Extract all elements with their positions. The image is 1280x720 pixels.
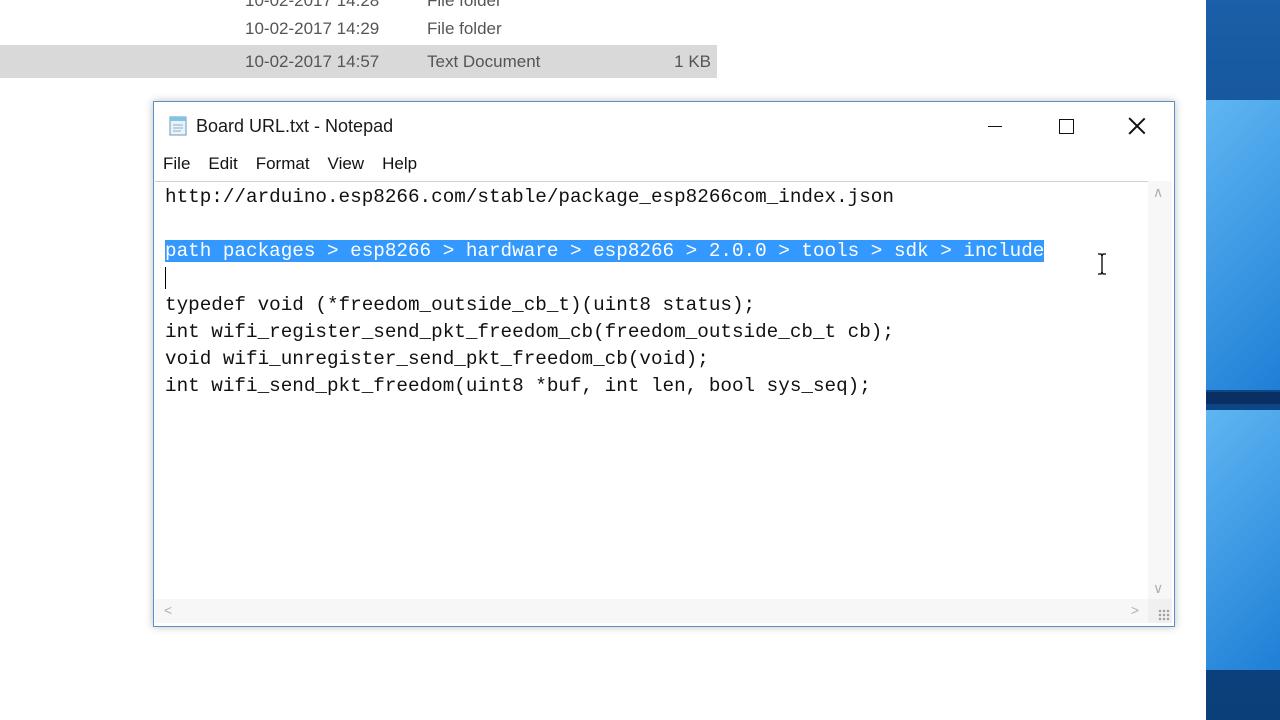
scroll-down-icon[interactable]: ∨ xyxy=(1153,581,1163,595)
file-type: File folder xyxy=(427,18,502,38)
notepad-icon xyxy=(169,116,187,136)
text-line-selected: path packages > esp8266 > hardware > esp… xyxy=(165,238,1045,265)
file-size: 1 KB xyxy=(674,51,711,71)
file-row-selected[interactable]: 10-02-2017 14:57 Text Document 1 KB xyxy=(0,45,717,78)
vertical-scrollbar[interactable]: ∧ ∨ xyxy=(1148,181,1172,599)
menu-view[interactable]: View xyxy=(319,150,374,178)
text-line: http://arduino.esp8266.com/stable/packag… xyxy=(165,186,894,208)
menu-file[interactable]: File xyxy=(154,150,199,178)
file-type: Text Document xyxy=(427,51,541,71)
scroll-right-icon[interactable]: > xyxy=(1131,603,1139,617)
text-line: int wifi_register_send_pkt_freedom_cb(fr… xyxy=(165,321,894,343)
text-line xyxy=(165,265,1044,292)
title-bar[interactable]: Board URL.txt - Notepad xyxy=(154,102,1174,150)
text-line: int wifi_send_pkt_freedom(uint8 *buf, in… xyxy=(165,375,871,397)
text-line xyxy=(165,211,1044,238)
text-cursor-icon xyxy=(1098,253,1106,275)
text-line: void wifi_unregister_send_pkt_freedom_cb… xyxy=(165,348,709,370)
close-icon xyxy=(1128,117,1146,135)
menu-help[interactable]: Help xyxy=(373,150,426,178)
file-date: 10-02-2017 14:28 xyxy=(245,0,380,10)
horizontal-scrollbar[interactable]: < > xyxy=(155,599,1148,623)
window-title: Board URL.txt - Notepad xyxy=(196,116,394,136)
scroll-up-icon[interactable]: ∧ xyxy=(1153,185,1163,199)
scroll-left-icon[interactable]: < xyxy=(164,603,172,617)
resize-grip[interactable] xyxy=(1148,599,1172,623)
minimize-icon xyxy=(988,125,1002,127)
grip-icon xyxy=(1158,609,1170,621)
menu-bar: File Edit Format View Help xyxy=(154,150,1174,178)
text-selection: path packages > esp8266 > hardware > esp… xyxy=(165,240,1045,262)
minimize-button[interactable] xyxy=(960,102,1030,150)
file-row[interactable]: 10-02-2017 14:29 File folder xyxy=(0,12,717,45)
editor-content: http://arduino.esp8266.com/stable/packag… xyxy=(165,184,1045,400)
desktop-wallpaper xyxy=(1206,0,1280,720)
notepad-window: Board URL.txt - Notepad File Edit Format… xyxy=(153,101,1175,627)
close-button[interactable] xyxy=(1102,102,1172,150)
text-caret xyxy=(165,266,166,289)
maximize-button[interactable] xyxy=(1031,102,1101,150)
menu-format[interactable]: Format xyxy=(247,150,319,178)
file-date: 10-02-2017 14:29 xyxy=(245,18,380,38)
maximize-icon xyxy=(1058,118,1074,134)
text-editor[interactable]: http://arduino.esp8266.com/stable/packag… xyxy=(155,181,1148,600)
menu-edit[interactable]: Edit xyxy=(199,150,246,178)
text-line: typedef void (*freedom_outside_cb_t)(uin… xyxy=(165,294,756,316)
file-type: File folder xyxy=(427,0,502,10)
file-date: 10-02-2017 14:57 xyxy=(245,51,380,71)
